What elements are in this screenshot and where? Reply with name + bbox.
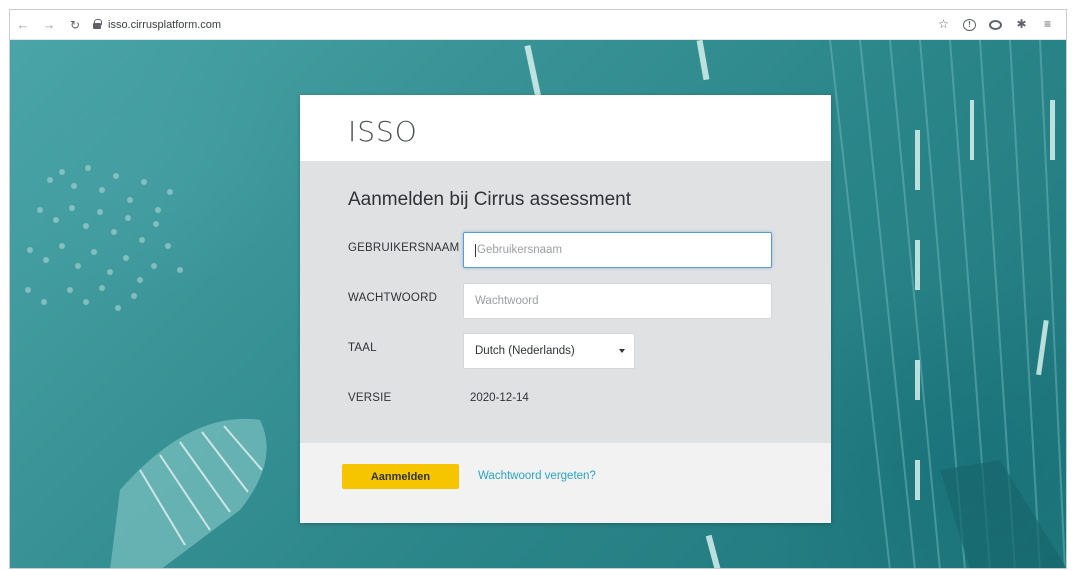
reading-list-icon[interactable]: ≡ [1041, 18, 1054, 31]
puzzle-icon[interactable]: ✱ [1015, 18, 1028, 31]
nav-buttons: ← → ↻ [10, 17, 82, 32]
forward-arrow-icon[interactable]: → [42, 17, 56, 32]
language-label: TAAL [348, 342, 377, 354]
browser-window: ← → ↻ isso.cirrusplatform.com ☆ ! ✱ ≡ IS… [9, 9, 1067, 569]
lock-icon [92, 19, 102, 30]
isso-logo: ISSO [348, 115, 418, 148]
star-icon[interactable]: ☆ [937, 18, 950, 31]
dropdown-arrow-icon [619, 349, 625, 353]
forgot-password-link[interactable]: Wachtwoord vergeten? [478, 470, 596, 482]
address-bar[interactable]: isso.cirrusplatform.com [92, 19, 221, 31]
version-value: 2020-12-14 [470, 392, 529, 404]
username-label: GEBRUIKERSNAAM [348, 242, 460, 254]
username-placeholder: Gebruikersnaam [477, 244, 563, 256]
language-select[interactable]: Dutch (Nederlands) [463, 333, 635, 369]
login-button[interactable]: Aanmelden [342, 464, 459, 489]
username-input[interactable]: Gebruikersnaam [463, 232, 772, 268]
password-input[interactable]: Wachtwoord [463, 283, 772, 319]
toolbar-actions: ☆ ! ✱ ≡ [937, 18, 1066, 31]
password-placeholder: Wachtwoord [475, 295, 539, 307]
language-selected: Dutch (Nederlands) [475, 345, 575, 357]
text-caret [475, 243, 476, 257]
circle-extension-icon[interactable] [989, 19, 1002, 30]
reload-icon[interactable]: ↻ [68, 18, 82, 32]
login-form: Aanmelden bij Cirrus assessment GEBRUIKE… [300, 161, 831, 443]
info-extension-icon[interactable]: ! [963, 18, 976, 31]
back-arrow-icon[interactable]: ← [16, 17, 30, 32]
browser-toolbar: ← → ↻ isso.cirrusplatform.com ☆ ! ✱ ≡ [10, 10, 1066, 40]
version-label: VERSIE [348, 392, 392, 404]
login-title: Aanmelden bij Cirrus assessment [348, 189, 632, 210]
login-card: ISSO Aanmelden bij Cirrus assessment GEB… [300, 95, 831, 523]
card-footer: Aanmelden Wachtwoord vergeten? [300, 443, 831, 523]
card-header: ISSO [300, 95, 831, 161]
password-label: WACHTWOORD [348, 292, 438, 304]
url-text[interactable]: isso.cirrusplatform.com [108, 19, 221, 31]
